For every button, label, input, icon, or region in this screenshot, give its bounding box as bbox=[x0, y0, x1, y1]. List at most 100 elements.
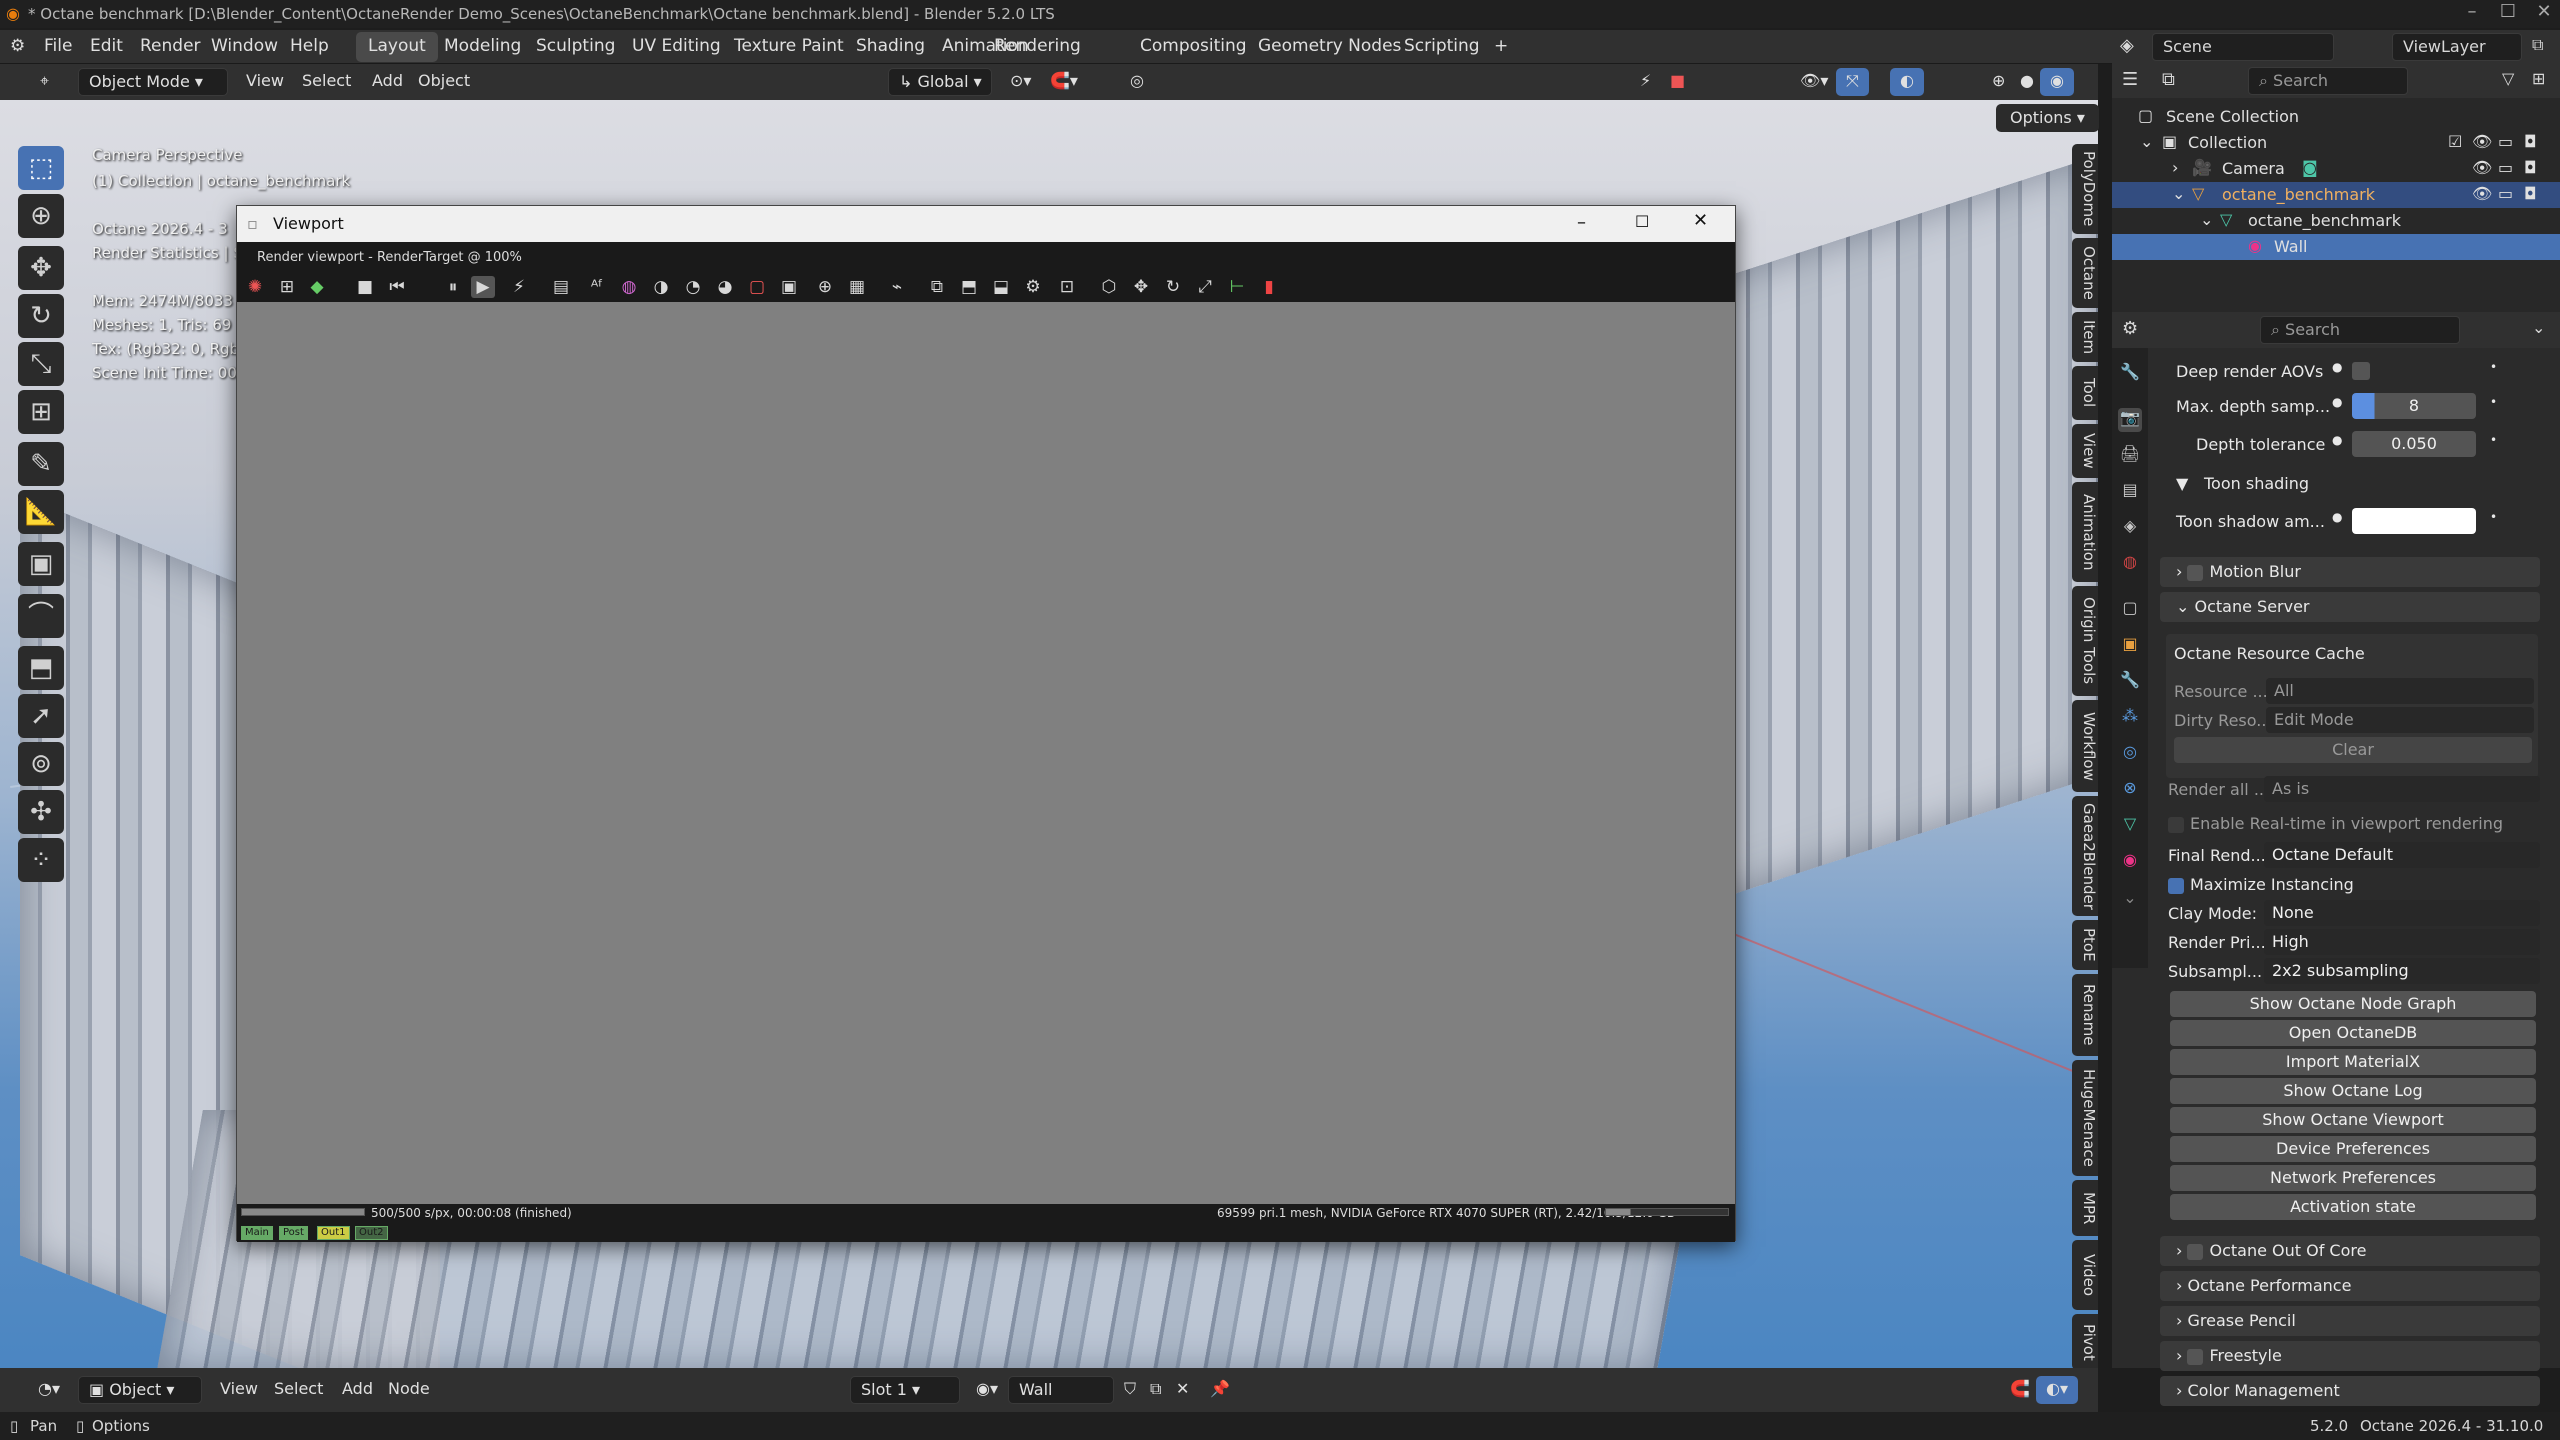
tag-post[interactable]: Post bbox=[279, 1226, 308, 1240]
particles-props-icon[interactable]: ⁂ bbox=[2118, 706, 2142, 730]
tab-texture-paint[interactable]: Texture Paint bbox=[722, 32, 856, 62]
outliner-row-mesh-data[interactable]: ⌄ ▽ octane_benchmark bbox=[2112, 208, 2560, 234]
add-workspace-icon[interactable]: + bbox=[1482, 32, 1520, 62]
octane-stop-render-icon[interactable]: ■ bbox=[353, 276, 377, 298]
proportional-edit-icon[interactable]: ◎ bbox=[1120, 68, 1154, 96]
menu-view[interactable]: View bbox=[236, 68, 294, 96]
octane-zoom-icon[interactable]: ⊕ bbox=[813, 276, 837, 298]
max-depth-field[interactable]: 8 bbox=[2352, 393, 2476, 419]
monitor-icon[interactable]: ▭ bbox=[2498, 132, 2513, 151]
render-all-dropdown[interactable]: As is bbox=[2264, 776, 2540, 802]
extrude-tool-icon[interactable]: ⬒ bbox=[18, 646, 64, 690]
octane-pan-icon[interactable]: ✥ bbox=[1129, 276, 1153, 298]
eye-icon[interactable]: 👁 bbox=[2472, 132, 2492, 151]
octane-minimize-icon[interactable]: – bbox=[1577, 212, 1586, 233]
render-props-icon[interactable]: 📷 bbox=[2118, 408, 2142, 432]
octane-lock2-icon[interactable]: ⊡ bbox=[1055, 276, 1079, 298]
animate-dot-icon[interactable]: • bbox=[2490, 433, 2497, 447]
octane-focus-icon[interactable]: ◕ bbox=[713, 276, 737, 298]
output-props-icon[interactable]: 🖨 bbox=[2118, 444, 2142, 468]
octane-copy-icon[interactable]: ⧉ bbox=[925, 276, 949, 298]
scene-field[interactable]: Scene bbox=[2152, 33, 2334, 61]
overlays-icon[interactable]: ◐ bbox=[1890, 68, 1924, 96]
select-box-tool-icon[interactable]: ⬚ bbox=[18, 146, 64, 190]
tab-hugemenace[interactable]: HugeMenace bbox=[2072, 1060, 2098, 1176]
keyframe-dot-icon[interactable]: ● bbox=[2332, 433, 2342, 447]
panel-grease-pencil[interactable]: › Grease Pencil bbox=[2160, 1306, 2540, 1336]
resource-dropdown[interactable]: All bbox=[2266, 678, 2534, 704]
octane-film-icon[interactable]: ▣ bbox=[777, 276, 801, 298]
octane-pause-icon[interactable]: ⏸ bbox=[441, 276, 465, 298]
menu-file[interactable]: File bbox=[44, 36, 72, 56]
octane-display-icon[interactable]: ▤ bbox=[549, 276, 573, 298]
panel-out-of-core[interactable]: › Octane Out Of Core bbox=[2160, 1236, 2540, 1266]
tab-workflow[interactable]: Workflow bbox=[2072, 700, 2098, 792]
shading-solid-icon[interactable]: ● bbox=[2010, 68, 2044, 96]
snap-icon[interactable]: 🧲▾ bbox=[1040, 68, 1088, 96]
octane-export-icon[interactable]: ⬓ bbox=[989, 276, 1013, 298]
octane-pick-icon[interactable]: ◔ bbox=[681, 276, 705, 298]
camera-render-icon[interactable]: ◘ bbox=[2524, 158, 2537, 177]
editor-type-icon[interactable]: ⌖ bbox=[30, 68, 59, 96]
object-props-icon[interactable]: ▣ bbox=[2118, 634, 2142, 658]
expand-icon[interactable]: ⌄ bbox=[2140, 132, 2153, 151]
pivot-tool-icon[interactable]: ⊚ bbox=[18, 742, 64, 786]
camera-render-icon[interactable]: ◘ bbox=[2524, 184, 2537, 203]
expand-icon[interactable]: ⌄ bbox=[2200, 210, 2213, 229]
octane-play-icon[interactable]: ▶ bbox=[471, 276, 495, 298]
octane-color-icon[interactable]: ◍ bbox=[617, 276, 641, 298]
cursor-tool-icon[interactable]: ⊕ bbox=[18, 194, 64, 238]
material-browse-icon[interactable]: ◉▾ bbox=[966, 1376, 1008, 1404]
animate-dot-icon[interactable]: • bbox=[2490, 360, 2497, 374]
octane-record-icon[interactable]: ▮ bbox=[1257, 276, 1281, 298]
tool-settings-icon[interactable]: 🔧 bbox=[2118, 362, 2142, 386]
orientation-dropdown[interactable]: ↳ Global ▾ bbox=[888, 68, 992, 96]
camera-render-icon[interactable]: ◘ bbox=[2524, 132, 2537, 151]
subsampling-dropdown[interactable]: 2x2 subsampling bbox=[2264, 958, 2540, 984]
device-preferences-button[interactable]: Device Preferences bbox=[2170, 1136, 2536, 1162]
tab-rename[interactable]: Rename bbox=[2072, 974, 2098, 1056]
menu-render[interactable]: Render bbox=[140, 36, 201, 56]
annotate-tool-icon[interactable]: ✎ bbox=[18, 442, 64, 486]
properties-options-icon[interactable]: ⌄ bbox=[2532, 318, 2545, 337]
octane-checker-icon[interactable]: ▦ bbox=[845, 276, 869, 298]
node-menu-node[interactable]: Node bbox=[378, 1376, 440, 1404]
final-render-dropdown[interactable]: Octane Default bbox=[2264, 842, 2540, 868]
more-tabs-icon[interactable]: ⌄ bbox=[2118, 888, 2142, 912]
outliner-editor-icon[interactable]: ☰ bbox=[2122, 69, 2138, 90]
material-name-field[interactable]: Wall bbox=[1008, 1376, 1114, 1404]
tab-ptoe[interactable]: PtoE bbox=[2072, 920, 2098, 970]
octane-maximize-icon[interactable]: ☐ bbox=[1635, 212, 1649, 231]
blender-menu-icon[interactable]: ⚙ bbox=[10, 36, 25, 56]
import-materialx-button[interactable]: Import MaterialX bbox=[2170, 1049, 2536, 1075]
properties-search-input[interactable]: ⌕ Search bbox=[2260, 316, 2460, 344]
add-viewlayer-icon[interactable]: ⧉ bbox=[2532, 35, 2543, 55]
open-octanedb-button[interactable]: Open OctaneDB bbox=[2170, 1020, 2536, 1046]
transform-tool-icon[interactable]: ⊞ bbox=[18, 390, 64, 434]
curve-tool-icon[interactable]: ⌒ bbox=[18, 594, 64, 638]
tag-out1[interactable]: Out1 bbox=[317, 1226, 350, 1240]
scale-tool-icon[interactable]: ⤡ bbox=[18, 342, 64, 386]
node-overlay-icon[interactable]: ◐▾ bbox=[2036, 1376, 2078, 1404]
octane-settings-icon[interactable]: ⚙ bbox=[1021, 276, 1045, 298]
octane-logo-icon[interactable]: ✺ bbox=[243, 276, 267, 298]
scene-props-icon[interactable]: ◈ bbox=[2118, 516, 2142, 540]
panel-octane-performance[interactable]: › Octane Performance bbox=[2160, 1271, 2540, 1301]
gizmo-icon[interactable]: ⤧ bbox=[1836, 68, 1869, 96]
out-of-core-checkbox[interactable] bbox=[2187, 1243, 2204, 1260]
tab-shading[interactable]: Shading bbox=[844, 32, 937, 62]
panel-motion-blur[interactable]: › Motion Blur bbox=[2160, 557, 2540, 587]
slot-dropdown[interactable]: Slot 1 ▾ bbox=[850, 1376, 960, 1404]
tab-rendering[interactable]: Rendering bbox=[982, 32, 1093, 62]
modifier-props-icon[interactable]: 🔧 bbox=[2118, 670, 2142, 694]
outliner-search-input[interactable]: ⌕ Search bbox=[2248, 67, 2408, 95]
node-object-dropdown[interactable]: ▣ Object ▾ bbox=[78, 1376, 202, 1404]
node-menu-view[interactable]: View bbox=[210, 1376, 268, 1404]
octane-material-icon[interactable]: ◆ bbox=[305, 276, 329, 298]
visibility-icon[interactable]: 👁▾ bbox=[1790, 68, 1838, 96]
outliner-row-octane-benchmark[interactable]: ⌄ ▽ octane_benchmark 👁 ▭ ◘ bbox=[2112, 182, 2560, 208]
tag-out2[interactable]: Out2 bbox=[355, 1226, 388, 1240]
octane-close-icon[interactable]: ✕ bbox=[1693, 210, 1708, 231]
tab-video[interactable]: Video bbox=[2072, 1240, 2098, 1310]
node-menu-add[interactable]: Add bbox=[332, 1376, 383, 1404]
